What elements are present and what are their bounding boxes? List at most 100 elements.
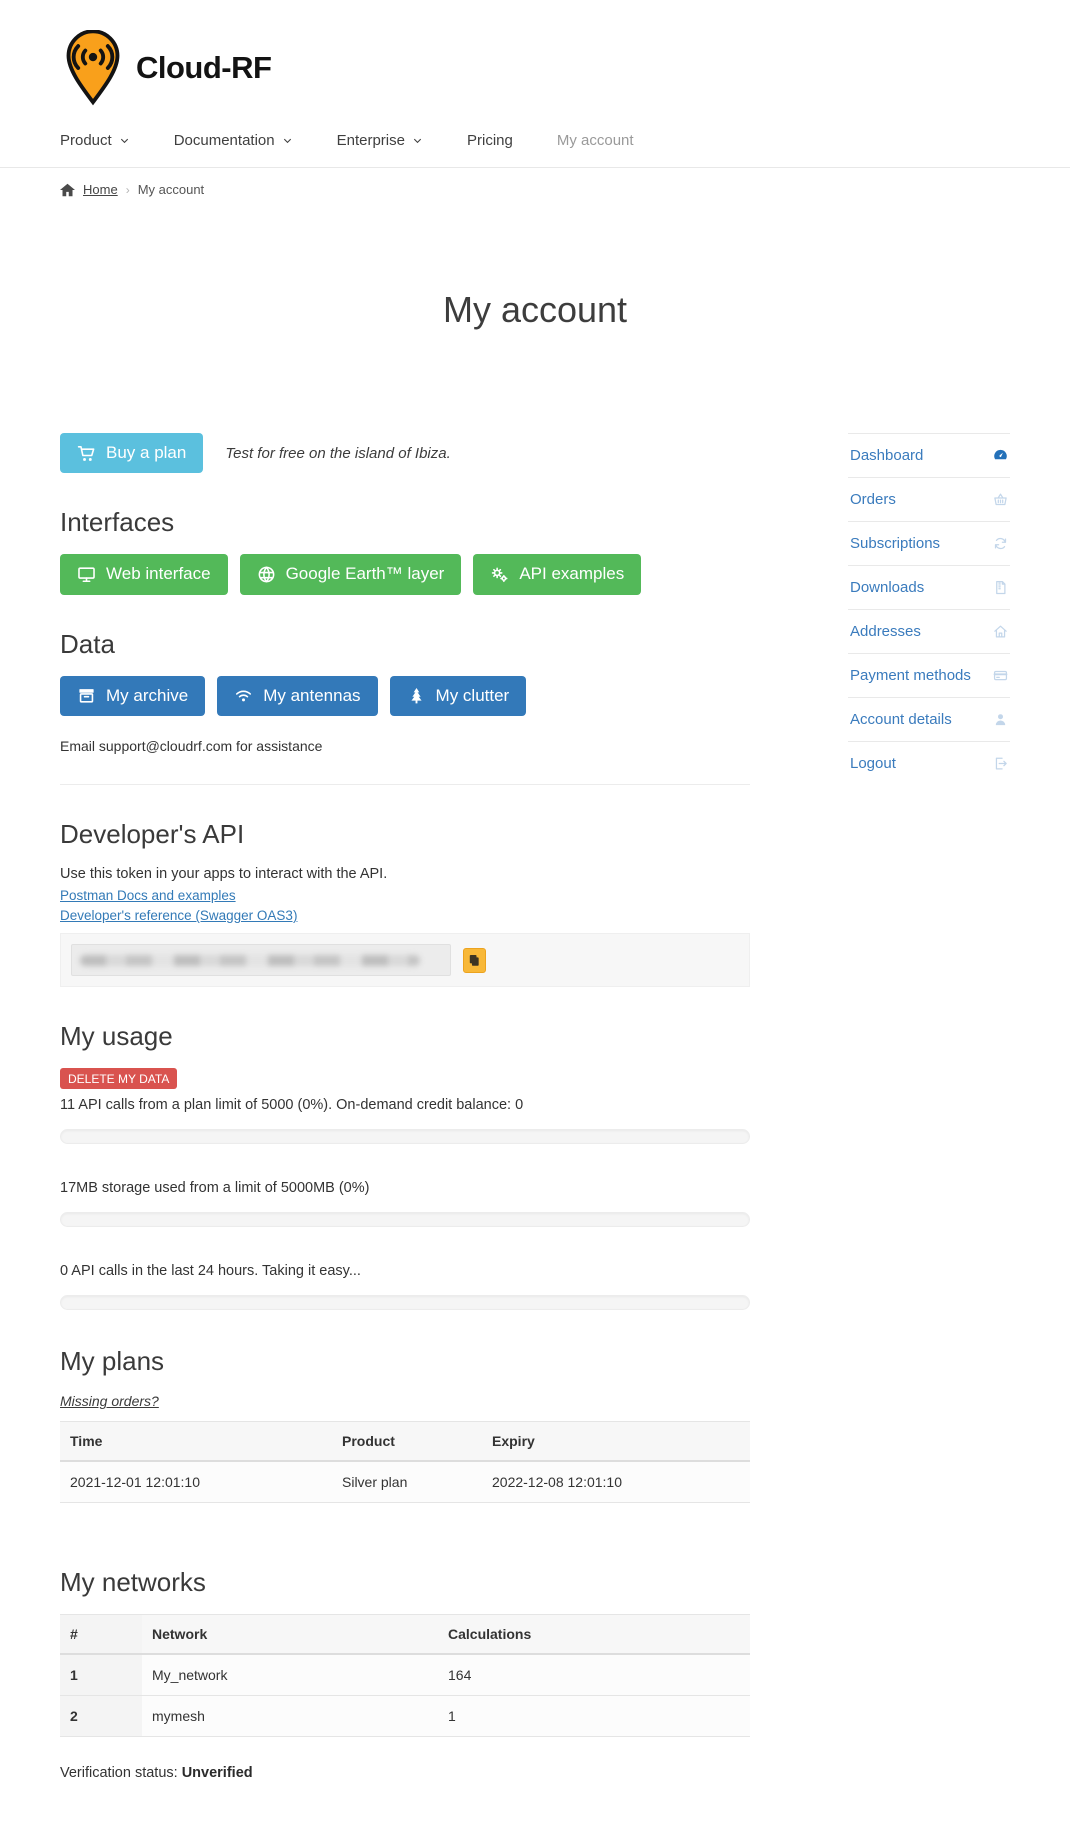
sidebar-item-label: Payment methods [850,667,971,684]
chevron-down-icon [120,138,128,144]
my-networks-heading: My networks [60,1567,206,1598]
api-calls-progress-bar [60,1129,750,1145]
nav-label: My account [556,132,634,149]
sidebar-item-label: Dashboard [850,447,924,464]
nav-item-documentation[interactable]: Documentation [174,132,293,149]
main-nav: Product Documentation Enterprise Pricing… [60,132,1010,149]
logout-icon [995,757,1007,770]
sidebar-item-payment-methods[interactable]: Payment methods [848,654,1010,697]
buy-a-plan-label: Buy a plan [106,443,187,462]
chevron-down-icon [283,138,291,144]
sidebar-item-label: Subscriptions [850,535,941,552]
google-earth-layer-button[interactable]: Google Earth™ layer [239,554,462,595]
networks-col-network: Network [142,1614,438,1656]
account-sidebar: Dashboard Orders Subscriptions Downloads [848,433,1010,785]
monitor-icon [78,567,95,583]
networks-col-calculations: Calculations [438,1614,750,1656]
plans-col-product: Product [332,1421,482,1463]
dashboard-icon [994,449,1007,460]
sidebar-item-logout[interactable]: Logout [848,742,1010,785]
breadcrumb-home-link[interactable]: Home [83,182,118,197]
plan-time: 2021-12-01 12:01:10 [60,1461,332,1504]
nav-label: Documentation [173,132,275,149]
my-archive-button[interactable]: My archive [60,675,206,717]
breadcrumb-separator: › [125,182,130,197]
verification-status: Verification status: Unverified [60,1765,750,1781]
basket-icon [994,493,1007,506]
button-label: API examples [519,564,625,584]
plans-table: Time Product Expiry 2021-12-01 12:01:10 … [60,1421,750,1504]
table-row: 1 My_network 164 [60,1654,750,1697]
network-name: mymesh [142,1695,438,1738]
copy-icon [469,954,479,966]
plans-col-time: Time [60,1421,332,1463]
sidebar-item-subscriptions[interactable]: Subscriptions [848,522,1010,565]
api-token-intro: Use this token in your apps to interact … [60,866,388,883]
plan-expiry: 2022-12-08 12:01:10 [482,1461,750,1504]
web-interface-button[interactable]: Web interface [60,554,228,595]
button-label: Google Earth™ layer [285,564,445,584]
sidebar-item-label: Logout [850,755,896,772]
storage-usage-text: 17MB storage used from a limit of 5000MB… [60,1180,370,1197]
missing-orders-link[interactable]: Missing orders? [60,1393,159,1409]
network-name: My_network [142,1654,438,1697]
api-examples-button[interactable]: API examples [473,554,642,595]
button-label: Web interface [106,564,211,584]
developers-api-heading: Developer's API [60,819,245,850]
api-calls-usage-text: 11 API calls from a plan limit of 5000 (… [60,1097,524,1114]
swagger-reference-link[interactable]: Developer's reference (Swagger OAS3) [60,908,750,923]
page-title: My account [442,289,628,330]
logo[interactable]: Cloud-RF [60,30,1010,106]
sidebar-item-label: Downloads [850,579,925,596]
network-number: 2 [60,1695,142,1738]
networks-col-number: # [60,1614,142,1656]
copy-token-button[interactable] [463,947,486,973]
wifi-icon [236,690,252,702]
data-heading: Data [60,628,115,659]
api-token-input[interactable] [71,944,451,977]
gears-icon [492,567,508,583]
nav-item-pricing[interactable]: Pricing [467,132,513,149]
sidebar-item-downloads[interactable]: Downloads [848,566,1010,609]
button-label: My antennas [263,685,361,705]
buy-a-plan-button[interactable]: Buy a plan [60,433,204,474]
sidebar-item-addresses[interactable]: Addresses [848,610,1010,653]
nav-item-enterprise[interactable]: Enterprise [337,132,423,149]
recent-calls-text: 0 API calls in the last 24 hours. Taking… [60,1263,361,1280]
api-token-redacted [80,954,421,966]
table-row: 2 mymesh 1 [60,1695,750,1738]
sidebar-item-label: Orders [850,491,896,508]
network-calculations: 164 [438,1654,750,1697]
api-token-panel [60,933,750,988]
table-row: 2021-12-01 12:01:10 Silver plan 2022-12-… [60,1461,750,1504]
credit-card-icon [993,670,1008,681]
storage-progress-bar [60,1212,750,1228]
postman-docs-link[interactable]: Postman Docs and examples [60,888,750,903]
button-label: My archive [106,685,189,705]
delete-my-data-button[interactable]: DELETE MY DATA [60,1068,178,1090]
button-label: My clutter [435,685,510,705]
nav-label: Product [60,132,112,149]
sync-icon [994,537,1007,550]
my-antennas-button[interactable]: My antennas [217,675,378,717]
sidebar-item-account-details[interactable]: Account details [848,698,1010,741]
section-divider [60,784,750,786]
nav-item-product[interactable]: Product [60,132,130,149]
main-content: Buy a plan Test for free on the island o… [60,433,750,1821]
plans-col-expiry: Expiry [482,1421,750,1463]
verification-label: Verification status: [60,1765,182,1782]
chevron-down-icon [413,138,422,144]
breadcrumb-current: My account [137,182,205,197]
nav-item-my-account[interactable]: My account [557,132,634,149]
zip-file-icon [996,580,1006,595]
plans-header-row: Time Product Expiry [60,1421,750,1463]
cart-icon [77,445,95,461]
sidebar-item-orders[interactable]: Orders [848,478,1010,521]
support-email-text: Email support@cloudrf.com for assistance [60,738,323,755]
cloud-rf-pin-icon [66,30,120,106]
sidebar-item-dashboard[interactable]: Dashboard [848,434,1010,477]
home-icon [60,183,75,196]
interfaces-heading: Interfaces [60,507,175,538]
my-clutter-button[interactable]: My clutter [389,675,527,717]
nav-label: Pricing [466,132,513,149]
